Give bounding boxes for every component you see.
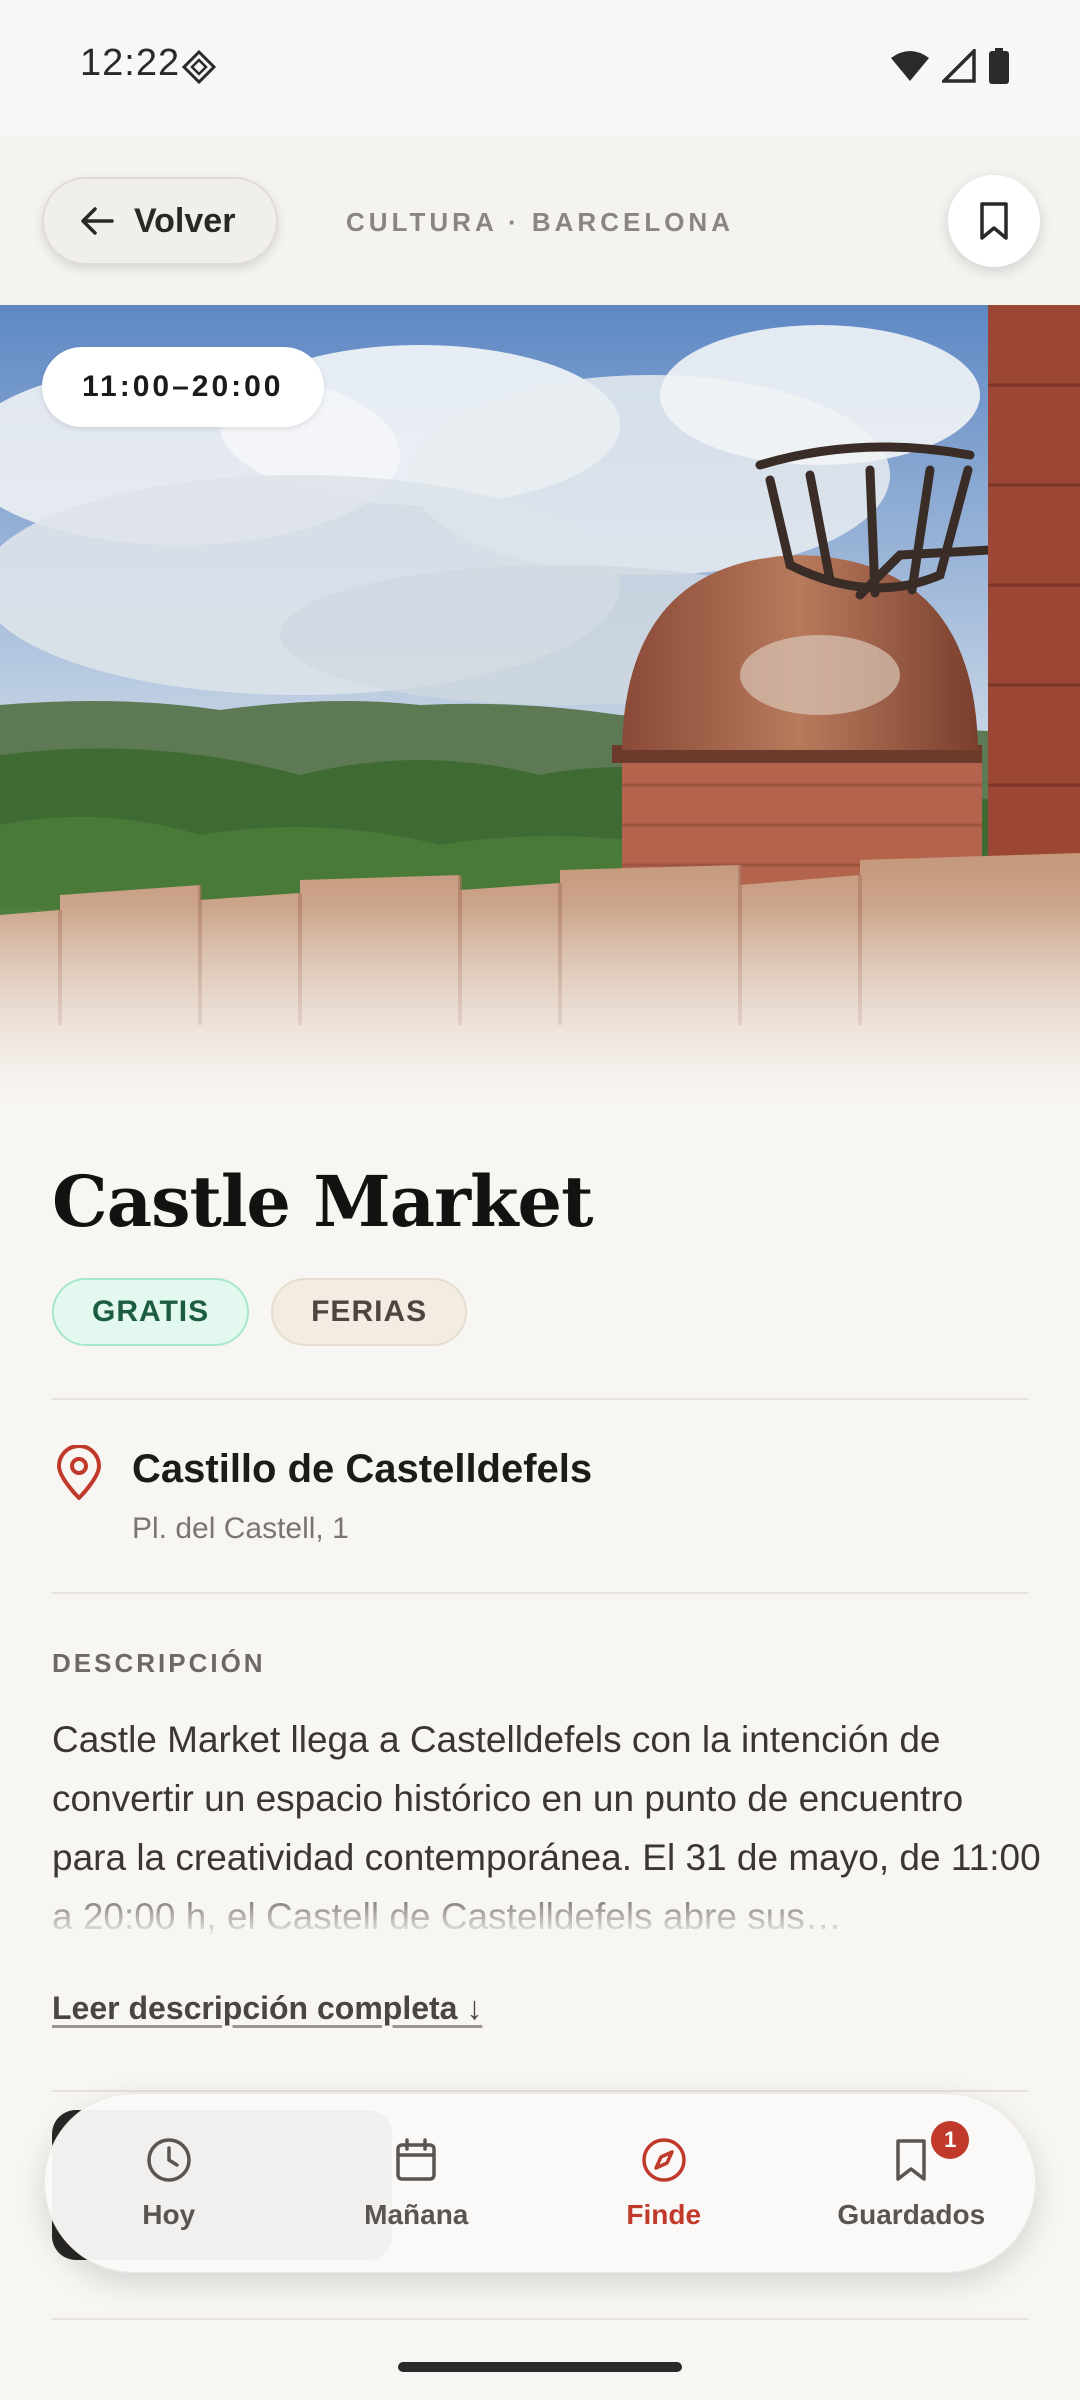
tag-free[interactable]: GRATIS [52,1278,250,1346]
hours-badge: 11:00–20:00 [42,347,324,427]
tag-list: GRATIS FERIAS [52,1278,468,1346]
breadcrumb: CULTURA · BARCELONA [346,207,734,237]
tag-category[interactable]: FERIAS [271,1278,468,1346]
hero-image: 11:00–20:00 [0,305,1080,1105]
hero-fade [0,905,1080,1105]
location-pin-icon [57,1445,101,1500]
nav-item-guardados[interactable]: 1 Guardados [801,2121,1021,2231]
calendar-icon [396,2138,436,2181]
nav-item-hoy[interactable]: Hoy [59,2135,279,2231]
status-time: 12:22 [80,42,181,84]
top-bar: Volver CULTURA · BARCELONA [0,135,1080,305]
signal-icon [942,49,976,83]
divider [52,1592,1028,1594]
divider [52,1398,1028,1400]
compass-icon [642,2138,686,2182]
nav-label-guardados: Guardados [837,2199,986,2230]
divider [52,2318,1028,2320]
status-icons [890,48,1010,84]
read-more-link[interactable]: Leer descripción completa ↓ [52,1990,482,2027]
nav-label-finde: Finde [626,2199,702,2230]
bottom-nav: Hoy Mañana Finde 1 Guardados [44,2093,1036,2273]
nav-item-manana[interactable]: Mañana [306,2135,526,2231]
home-indicator[interactable] [398,2362,682,2372]
venue-name[interactable]: Castillo de Castelldefels [132,1447,592,1492]
clock-icon [147,2138,191,2182]
description-text: Castle Market llega a Castelldefels con … [52,1710,1042,1946]
battery-icon [989,48,1009,84]
notification-diamond-icon [182,50,216,84]
event-title: Castle Market [52,1160,593,1243]
save-event-button[interactable] [948,175,1040,267]
divider [52,2090,1028,2092]
nav-label-hoy: Hoy [142,2199,196,2230]
status-bar: 12:22 [0,0,1080,135]
nav-label-manana: Mañana [364,2199,469,2230]
saved-count-badge: 1 [931,2121,970,2159]
venue-address: Pl. del Castell, 1 [132,1512,349,1545]
wifi-icon [891,51,929,81]
description-heading: DESCRIPCIÓN [52,1648,266,1678]
nav-item-finde[interactable]: Finde [554,2135,774,2231]
bookmark-icon [896,2139,926,2181]
bookmark-icon [980,202,1008,240]
description-body: Castle Market llega a Castelldefels con … [52,1719,1041,1937]
